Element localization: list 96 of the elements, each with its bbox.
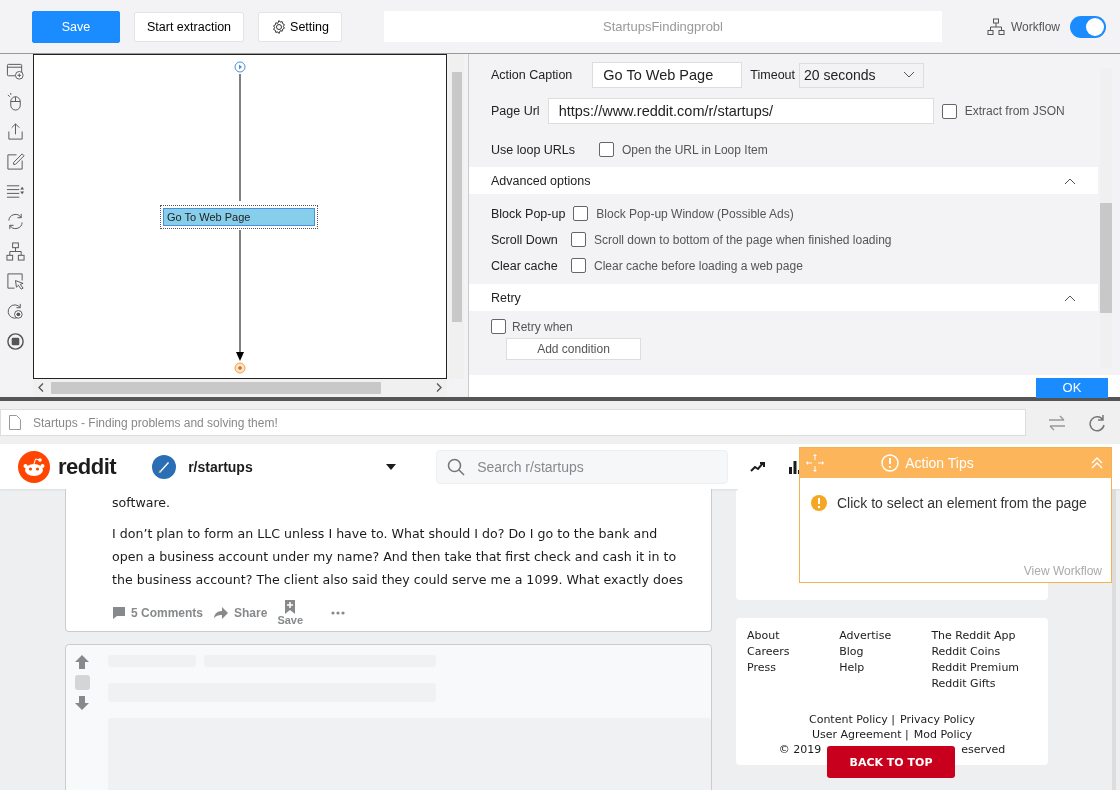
footer-link[interactable]: Reddit Coins [931,644,1037,660]
reddit-alien-icon[interactable] [18,450,50,483]
checkbox[interactable] [941,103,957,119]
scroll-left-icon[interactable] [38,383,44,392]
copyright-text: © 2019 [778,742,822,757]
checkbox-label: Clear cache before loading a web page [594,258,803,273]
post-text: I don’t plan to form an LLC unless I have to. What should I do? Do I go to the bank and open a business account under my name? And then take that first check and cash it in to the business account? The client also said they could serve me a 1099. What exactly does [112,525,685,589]
vertical-scrollbar[interactable] [449,54,464,379]
tips-message: Click to select an element from the page [837,495,1087,511]
footer-link[interactable]: Press [747,660,840,676]
footer-link[interactable]: User Agreement | [811,727,909,742]
workflow-toggle[interactable] [1070,15,1106,38]
chevron-down-icon [903,71,915,79]
warning-icon [810,494,828,512]
field-label: Use loop URLs [491,142,577,157]
checkbox-label: Block Pop-up Window (Possible Ads) [596,206,794,221]
option-label: Block Pop-up [491,206,566,221]
checkbox-label: Extract from JSON [964,104,1065,118]
post-text: software. [112,494,172,512]
refresh-target-icon[interactable] [5,302,25,321]
footer-link[interactable]: Mod Policy [913,727,973,742]
panel-scrollbar[interactable] [1100,68,1112,368]
field-label: Page Url [491,104,540,118]
more-icon[interactable] [331,611,346,615]
footer-link[interactable]: Reddit Gifts [931,676,1037,692]
site-logo[interactable]: reddit [58,453,117,480]
pointer-icon[interactable] [5,272,25,291]
search-field[interactable]: Search r/startups [436,449,729,484]
option-label: Clear cache [491,258,559,273]
start-icon [234,61,246,73]
address-bar[interactable]: Startups - Finding problems and solving them! [0,409,1027,436]
footer-link[interactable]: Careers [747,644,840,660]
checkbox[interactable] [599,142,614,157]
save-button[interactable]: Save [277,600,304,626]
search-icon [447,457,466,476]
stop-icon[interactable] [5,332,25,351]
checkbox-label: Retry when [512,319,573,334]
comment-icon [112,606,126,620]
back-to-top-button[interactable]: BACK TO TOP [827,746,955,778]
chevron-icon [1064,176,1076,185]
trending-icon[interactable] [750,460,767,473]
tips-title: Action Tips [905,455,974,471]
new-page-icon[interactable] [5,62,25,81]
loop-icon[interactable] [5,212,25,231]
gear-icon [271,18,288,35]
checkbox[interactable] [491,319,506,334]
option-label: Scroll Down [491,232,559,247]
timeout-dropdown[interactable]: 20 seconds [799,62,924,88]
section-header[interactable]: Advanced options [469,167,1098,194]
community-icon[interactable] [152,454,177,479]
copyright-text: eserved [961,742,1006,757]
checkbox-label: Open the URL in Loop Item [622,142,768,157]
field-label: Timeout [750,68,795,82]
add-condition-button[interactable]: Add condition [506,338,641,360]
workflow-label: Workflow [1010,19,1060,34]
bookmark-icon [285,600,296,614]
footer-link[interactable]: Content Policy | [808,712,896,727]
list-icon[interactable] [5,182,25,201]
checkbox[interactable] [571,232,586,247]
upvote-icon[interactable] [75,655,89,669]
settings-button[interactable]: Setting [258,11,342,42]
caption-field[interactable]: Go To Web Page [592,62,743,88]
footer-link[interactable]: Privacy Policy [900,712,976,727]
footer-link[interactable]: About [747,628,840,644]
info-icon [881,454,900,472]
section-header[interactable]: Retry [469,284,1098,311]
hierarchy-icon[interactable] [5,242,25,261]
url-field[interactable]: https://www.reddit.com/r/startups/ [547,98,934,124]
footer-link[interactable]: Blog [839,644,932,660]
page-scrollbar[interactable] [1112,489,1116,790]
checkbox-label: Scroll down to bottom of the page when finished loading [594,232,892,247]
refresh-icon[interactable] [1088,413,1106,432]
page-icon [9,415,21,430]
vote-placeholder [74,675,90,690]
toolbar-button[interactable]: Start extraction [134,11,245,42]
chevron-icon [1064,293,1076,302]
swap-icon[interactable] [1048,414,1067,431]
upload-icon[interactable] [5,122,25,141]
workflow-icon [986,17,1005,36]
end-icon [234,362,246,374]
field-label: Action Caption [491,68,573,82]
caret-icon[interactable] [386,463,397,470]
checkbox[interactable] [571,258,586,273]
downvote-icon[interactable] [75,696,89,710]
community-name[interactable]: r/startups [188,458,379,475]
footer-link[interactable]: The Reddit App [931,628,1037,644]
workflow-step[interactable]: Go To Web Page [160,205,318,229]
share-icon [213,606,230,620]
comments-button[interactable]: 5 Comments [112,606,204,620]
scroll-right-icon[interactable] [436,383,442,392]
horizontal-scrollbar[interactable] [33,379,447,396]
footer-link[interactable]: Help [839,660,932,676]
edit-icon[interactable] [5,152,25,171]
checkbox[interactable] [573,206,589,221]
footer-link[interactable]: Reddit Premium [931,660,1037,676]
footer-link[interactable]: Advertise [839,628,932,644]
